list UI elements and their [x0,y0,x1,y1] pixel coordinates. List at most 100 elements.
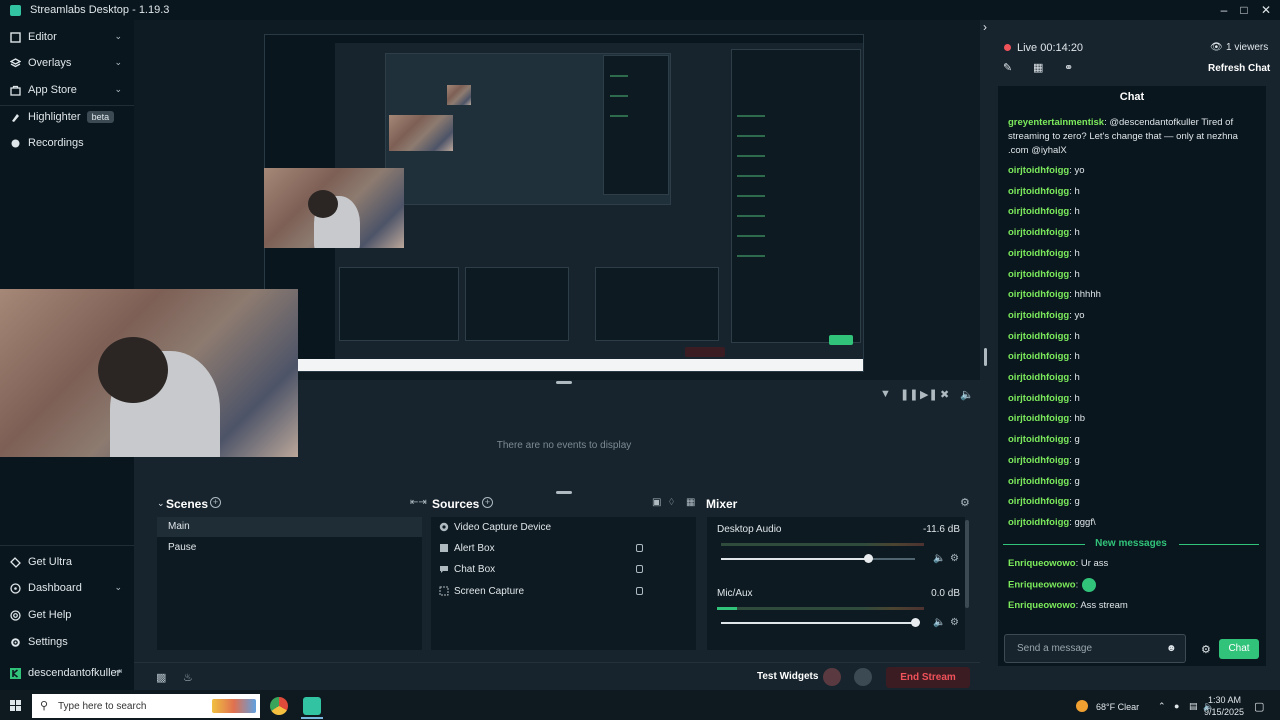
source-item-video-capture[interactable]: Video Capture Device [431,517,696,537]
chat-username[interactable]: oirjtoidhfoigg [1008,372,1069,383]
scene-item-pause[interactable]: Pause [157,538,422,558]
end-stream-button[interactable]: End Stream [886,667,970,688]
close-button[interactable]: ✕ [1256,2,1276,18]
chat-username[interactable]: oirjtoidhfoigg [1008,186,1069,197]
camera-icon [439,522,449,532]
popout-chat-icon[interactable]: ▦ [1033,61,1043,74]
sidebar-item-app-store[interactable]: App Store ⌄ [0,79,134,101]
chat-settings-gear-icon[interactable]: ⚙ [1201,643,1211,656]
streamlabs-logo-icon [10,4,21,16]
record-button[interactable] [823,668,841,686]
filter-icon[interactable]: ▼ [880,388,891,400]
dock-resize-handle[interactable] [984,348,987,366]
skip-icon[interactable]: ▶❚ [920,388,938,401]
sidebar-item-dashboard[interactable]: Dashboard ⌄ [0,577,134,599]
sidebar-item-settings[interactable]: Settings [0,631,134,653]
sidebar-item-recordings[interactable]: Recordings [0,132,134,154]
mute-alerts-icon[interactable]: ✖ [940,388,949,401]
chrome-taskbar-icon[interactable] [270,697,288,715]
sidebar-user[interactable]: descendantofkuller ⇥ [0,662,134,684]
sidebar-item-editor[interactable]: Editor ⌄ [0,26,134,48]
refresh-chat-button[interactable]: Refresh Chat [1208,63,1270,74]
mixer-scrollbar[interactable] [965,520,969,608]
chat-username[interactable]: oirjtoidhfoigg [1008,227,1069,238]
chat-username[interactable]: Enriqueowowo [1008,580,1076,591]
chat-send-button[interactable]: Chat [1219,639,1259,659]
edit-stream-info-icon[interactable]: ✎ [1003,61,1012,74]
sidebar-divider [0,545,134,546]
sidebar-item-highlighter[interactable]: Highlighter beta [0,106,134,128]
collapse-chevron-icon[interactable]: ⌄ [157,498,165,509]
sidebar-item-overlays[interactable]: Overlays ⌄ [0,52,134,74]
add-source-icon[interactable]: + [482,497,493,508]
lock-icon[interactable] [636,544,643,552]
streamlabs-taskbar-icon[interactable] [303,697,321,715]
chat-username[interactable]: oirjtoidhfoigg [1008,351,1069,362]
share-icon[interactable]: ⚭ [1064,61,1073,74]
minimize-button[interactable]: – [1214,2,1234,18]
replay-buffer-button[interactable] [854,668,872,686]
nested-chat-line [610,95,628,97]
source-layout-icon[interactable]: ▣ [652,497,661,508]
chat-username[interactable]: Enriqueowowo [1008,558,1076,569]
nested-chat-line [737,215,765,217]
chat-username[interactable]: oirjtoidhfoigg [1008,310,1069,321]
mixer-settings-gear-icon[interactable]: ⚙ [960,496,970,509]
add-folder-icon[interactable]: ▦ [686,497,695,508]
notifications-bell-icon[interactable]: ♨ [183,671,193,684]
chat-username[interactable]: oirjtoidhfoigg [1008,269,1069,280]
notification-center-icon[interactable]: ▢ [1254,700,1264,713]
test-widgets-button[interactable]: Test Widgets [757,671,818,682]
volume-slider-knob[interactable] [910,618,920,627]
chat-username[interactable]: oirjtoidhfoigg [1008,455,1069,466]
logout-icon[interactable]: ⇥ [114,666,122,677]
chat-username[interactable]: oirjtoidhfoigg [1008,413,1069,424]
speaker-icon[interactable]: 🔈 [933,553,945,564]
chat-username[interactable]: oirjtoidhfoigg [1008,289,1069,300]
recent-events-panel: ▼ ❚❚ ▶❚ ✖ 🔈 There are no events to displ… [298,380,980,490]
pause-icon[interactable]: ❚❚ [900,388,918,401]
chat-message-text: : Ur ass [1075,558,1109,569]
emoji-icon[interactable]: ☻ [1166,643,1177,654]
chat-username[interactable]: oirjtoidhfoigg [1008,248,1069,259]
chat-username[interactable]: greyentertainmentisk [1008,117,1104,128]
performance-stats-icon[interactable]: ▩ [156,671,166,684]
volume-slider-knob[interactable] [863,554,873,563]
chat-input[interactable]: Send a message [1004,634,1186,663]
windows-start-icon[interactable] [10,700,21,714]
search-highlight-icon [212,699,256,713]
chat-username[interactable]: oirjtoidhfoigg [1008,165,1069,176]
scene-item-main[interactable]: Main [157,517,422,537]
source-item-alert-box[interactable]: Alert Box [431,538,696,558]
chat-username[interactable]: oirjtoidhfoigg [1008,393,1069,404]
chat-username[interactable]: Enriqueowowo [1008,600,1076,611]
chat-username[interactable]: oirjtoidhfoigg [1008,517,1069,528]
tray-overflow-chevron-icon[interactable]: ⌃ [1158,701,1166,712]
channel-gear-icon[interactable]: ⚙ [950,617,959,628]
chat-username[interactable]: oirjtoidhfoigg [1008,496,1069,507]
chat-username[interactable]: oirjtoidhfoigg [1008,331,1069,342]
lock-icon[interactable] [636,587,643,595]
taskbar-search-input[interactable]: ⚲ Type here to search [32,694,260,718]
volume-icon[interactable]: 🔈 [960,388,974,401]
source-folder-icon[interactable]: ◊ [669,497,674,508]
chat-username[interactable]: oirjtoidhfoigg [1008,434,1069,445]
sidebar-item-get-help[interactable]: Get Help [0,604,134,626]
lock-icon[interactable] [636,565,643,573]
maximize-button[interactable]: □ [1234,2,1254,18]
chat-username[interactable]: oirjtoidhfoigg [1008,206,1069,217]
channel-gear-icon[interactable]: ⚙ [950,553,959,564]
help-icon [10,609,21,621]
volume-meter [721,543,924,546]
scene-transition-icon[interactable]: ⇤⇥ [410,497,427,508]
speaker-icon[interactable]: 🔈 [933,617,945,628]
add-scene-icon[interactable]: + [210,497,221,508]
source-item-chat-box[interactable]: Chat Box [431,559,696,579]
chat-message-text: : hhhhh [1069,289,1101,301]
collapse-dock-chevron-icon[interactable]: › [983,20,987,34]
resize-handle[interactable] [556,381,572,384]
source-item-screen-capture[interactable]: Screen Capture [431,581,696,601]
chat-username[interactable]: oirjtoidhfoigg [1008,476,1069,487]
resize-handle[interactable] [556,491,572,494]
sidebar-item-get-ultra[interactable]: Get Ultra [0,551,134,573]
